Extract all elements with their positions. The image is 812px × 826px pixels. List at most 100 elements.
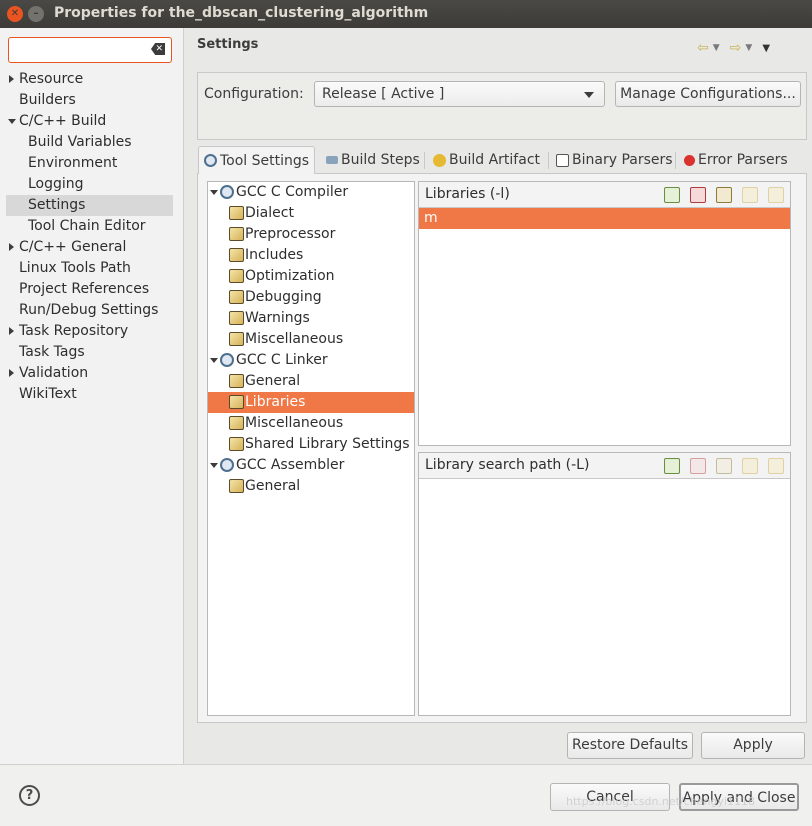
sidebar-item-label: C/C++ Build [19,113,107,129]
tree-item[interactable]: Miscellaneous [208,329,414,350]
build-steps-icon [326,156,338,164]
tree-item[interactable]: Includes [208,245,414,266]
tab-label: Error Parsers [698,152,788,168]
restore-defaults-button[interactable]: Restore Defaults [567,732,693,759]
libraries-toolbar [664,187,784,203]
tree-item[interactable]: Optimization [208,266,414,287]
tab-divider [675,152,676,169]
sidebar-item-project-references[interactable]: Project References [6,279,173,300]
delete-icon[interactable] [690,458,706,474]
tree-item-label: Includes [245,247,304,263]
option-folder-icon [229,416,244,430]
sidebar-item-tool-chain-editor[interactable]: Tool Chain Editor [6,216,173,237]
move-up-icon[interactable] [742,187,758,203]
sidebar-item-validation[interactable]: Validation [6,363,173,384]
forward-arrow-icon[interactable]: ⇨ [730,40,742,56]
properties-nav-panel: ✕ Resource Builders C/C++ Build Build Varia… [0,28,184,764]
option-folder-icon [229,479,244,493]
sidebar-item-wikitext[interactable]: WikiText [6,384,173,405]
sidebar-item-label: Logging [28,176,84,192]
back-arrow-icon[interactable]: ⇦ [697,40,709,56]
collapse-arrow-icon[interactable] [210,358,218,363]
sidebar-item-label: Project References [19,281,150,297]
expand-arrow-icon[interactable] [9,369,14,377]
tree-item[interactable]: GCC C Linker [208,350,414,371]
tree-item[interactable]: General [208,476,414,497]
add-icon[interactable] [664,187,680,203]
tree-item-label: General [245,478,301,494]
option-folder-icon [229,269,244,283]
tree-item-label: Dialect [245,205,294,221]
move-down-icon[interactable] [768,458,784,474]
sidebar-item-linux-tools-path[interactable]: Linux Tools Path [6,258,173,279]
option-folder-icon [229,437,244,451]
sidebar-item-c-c-build[interactable]: C/C++ Build [6,111,173,132]
tree-item[interactable]: Libraries [208,392,414,413]
configuration-select[interactable]: Release [ Active ] [314,81,605,107]
collapse-arrow-icon[interactable] [8,119,16,124]
help-icon[interactable]: ? [19,785,40,806]
clear-filter-icon[interactable]: ✕ [151,43,165,55]
tree-item-label: Shared Library Settings [245,436,410,452]
edit-icon[interactable] [716,458,732,474]
delete-icon[interactable] [690,187,706,203]
expand-arrow-icon[interactable] [9,243,14,251]
tool-gear-icon [220,353,234,367]
collapse-arrow-icon[interactable] [210,190,218,195]
tree-item[interactable]: Miscellaneous [208,413,414,434]
close-window-button[interactable]: ✕ [7,6,23,22]
minimize-window-button[interactable]: – [28,6,44,22]
configuration-group: Configuration: Release [ Active ] Manage… [197,72,807,140]
option-folder-icon [229,290,244,304]
sidebar-item-task-tags[interactable]: Task Tags [6,342,173,363]
tree-item-label: General [245,373,301,389]
sidebar-item-label: Build Variables [28,134,132,150]
sidebar-item-environment[interactable]: Environment [6,153,173,174]
sidebar-item-run-debug-settings[interactable]: Run/Debug Settings [6,300,173,321]
sidebar-item-label: C/C++ General [19,239,127,255]
collapse-arrow-icon[interactable] [210,463,218,468]
tab-tool-settings[interactable]: Tool Settings [198,146,316,174]
sidebar-item-label: WikiText [19,386,77,402]
list-item[interactable]: m [419,208,790,229]
sidebar-item-label: Task Repository [19,323,129,339]
tree-item[interactable]: Preprocessor [208,224,414,245]
expand-arrow-icon[interactable] [9,75,14,83]
add-icon[interactable] [664,458,680,474]
filter-input[interactable]: ✕ [8,37,172,63]
option-folder-icon [229,395,244,409]
title-bar: ✕ – Properties for the_dbscan_clustering… [0,0,812,28]
tree-item-label: Miscellaneous [245,415,344,431]
view-menu-icon[interactable]: ▼ [762,43,770,54]
tree-item[interactable]: GCC C Compiler [208,182,414,203]
sidebar-item-build-variables[interactable]: Build Variables [6,132,173,153]
sidebar-item-builders[interactable]: Builders [6,90,173,111]
sidebar-item-c-c-general[interactable]: C/C++ General [6,237,173,258]
sidebar-item-resource[interactable]: Resource [6,69,173,90]
tab-build-steps[interactable]: Build Steps [326,146,420,174]
edit-icon[interactable] [716,187,732,203]
move-up-icon[interactable] [742,458,758,474]
manage-configurations-button[interactable]: Manage Configurations... [615,81,801,107]
settings-tabs: Tool Settings Build Steps Build Artifact… [197,146,807,174]
tree-item[interactable]: General [208,371,414,392]
tree-item[interactable]: Shared Library Settings [208,434,414,455]
tree-item[interactable]: GCC Assembler [208,455,414,476]
tree-item[interactable]: Warnings [208,308,414,329]
library-search-path-pane: Library search path (-L) [418,452,791,716]
tree-item[interactable]: Debugging [208,287,414,308]
tab-error-parsers[interactable]: Error Parsers [684,146,788,174]
forward-dropdown-icon[interactable]: ▼ [745,43,752,53]
tab-binary-parsers[interactable]: Binary Parsers [556,146,673,174]
tool-settings-icon [204,154,217,167]
sidebar-item-logging[interactable]: Logging [6,174,173,195]
sidebar-item-task-repository[interactable]: Task Repository [6,321,173,342]
tree-item[interactable]: Dialect [208,203,414,224]
tab-build-artifact[interactable]: Build Artifact [433,146,540,174]
back-dropdown-icon[interactable]: ▼ [713,43,720,53]
option-folder-icon [229,206,244,220]
apply-button[interactable]: Apply [701,732,805,759]
sidebar-item-settings[interactable]: Settings [6,195,173,216]
move-down-icon[interactable] [768,187,784,203]
expand-arrow-icon[interactable] [9,327,14,335]
